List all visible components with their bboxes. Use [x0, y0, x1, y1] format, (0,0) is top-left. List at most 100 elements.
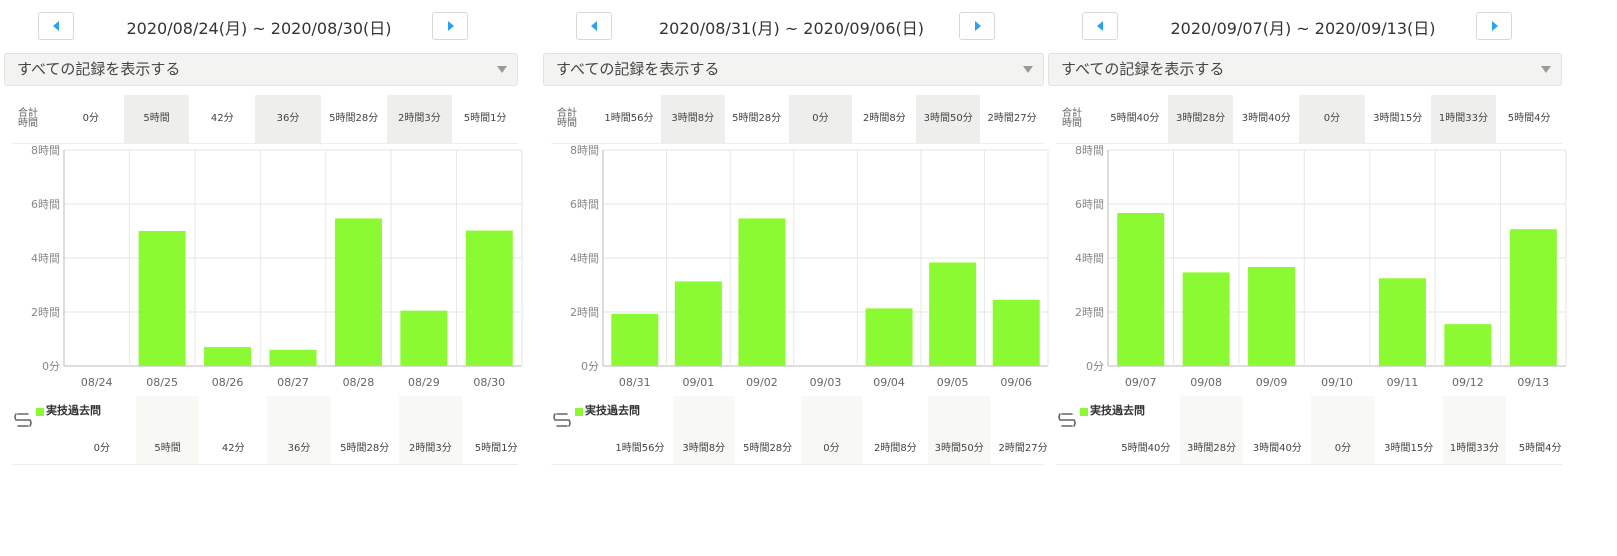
- x-tick-label: 09/03: [810, 376, 842, 389]
- bar: [465, 230, 513, 366]
- chevron-left-icon: [52, 21, 59, 31]
- series-value-cell: 3時間28分: [1179, 396, 1244, 464]
- series-value: 5時間1分: [474, 443, 518, 454]
- series-value: 3時間8分: [682, 443, 726, 454]
- x-tick-label: 08/24: [81, 376, 113, 389]
- x-tick-label: 09/02: [746, 376, 778, 389]
- x-tick-label: 09/05: [937, 376, 969, 389]
- series-value-cell: 5時間28分: [333, 396, 397, 464]
- series-value-cell: 1時間33分: [1442, 396, 1507, 464]
- week-panel-3: 2020/09/07(月) ~ 2020/09/13(日) すべての記録を表示する…: [1048, 0, 1568, 480]
- total-cell: 5時間1分: [463, 113, 507, 124]
- totals-row: 合計時間 1時間56分 3時間8分 5時間28分 0分 2時間8分 3時間50分 2時間27分: [551, 95, 1044, 144]
- series-type-icon-path: [1058, 413, 1076, 427]
- y-tick-label: 0分: [581, 360, 599, 373]
- bar: [992, 299, 1040, 366]
- series-value-cell: 5時間4分: [1508, 396, 1572, 464]
- x-tick-label: 09/09: [1256, 376, 1288, 389]
- series-value: 1時間56分: [615, 443, 665, 454]
- series-value-cell: 2時間27分: [992, 396, 1054, 464]
- week-range-title: 2020/09/07(月) ~ 2020/09/13(日): [1170, 19, 1436, 38]
- bar-chart: 0分 2時間 4時間 6時間 8時間 08/31 09/01 09/02 09/03 09/04 0…: [570, 144, 1049, 389]
- record-filter-value: すべての記録を表示する: [17, 60, 181, 78]
- series-type-icon: [14, 413, 32, 427]
- total-cell: 36分: [255, 95, 321, 143]
- series-table: 1時間56分 3時間8分 5時間28分 0分 2時間8分 3時間50分 2時間27分 実技過去…: [551, 396, 1048, 465]
- series-value: 36分: [287, 443, 311, 454]
- x-tick-label: 08/28: [343, 376, 375, 389]
- x-tick-label: 08/26: [212, 376, 244, 389]
- series-value: 0分: [823, 443, 840, 454]
- y-tick-label: 8時間: [1075, 144, 1104, 157]
- legend-swatch: [36, 408, 44, 416]
- record-filter-value: すべての記録を表示する: [556, 60, 720, 78]
- totals-row: 合計時間 5時間40分 3時間28分 3時間40分 0分 3時間15分 1時間33分 5時間4…: [1056, 95, 1562, 144]
- total-cell: 5時間28分: [732, 113, 782, 124]
- y-tick-label: 2時間: [570, 306, 599, 319]
- chevron-down-icon: [1541, 66, 1551, 73]
- y-tick-label: 6時間: [570, 198, 599, 211]
- bar: [400, 310, 448, 366]
- series-value: 2時間27分: [998, 443, 1048, 454]
- record-filter-value: すべての記録を表示する: [1061, 60, 1225, 78]
- bar: [929, 262, 977, 366]
- x-tick-label: 08/30: [473, 376, 505, 389]
- series-value-cell: 3時間40分: [1245, 396, 1309, 464]
- totals-row: 合計時間 0分 5時間 42分 36分 5時間28分 2時間3分 5時間1分: [12, 95, 518, 144]
- totals-label: 合計時間: [557, 108, 577, 129]
- bar-chart: 0分 2時間 4時間 6時間 8時間 09/07 09/08 09/09 09/10 09/11 0…: [1075, 144, 1567, 389]
- x-tick-label: 09/12: [1452, 376, 1484, 389]
- chevron-down-icon: [497, 66, 507, 73]
- week-range-title: 2020/08/24(月) ~ 2020/08/30(日): [126, 19, 392, 38]
- bar: [1248, 267, 1296, 366]
- y-tick-label: 2時間: [1075, 306, 1104, 319]
- series-value: 3時間40分: [1252, 443, 1302, 454]
- total-cell: 2時間8分: [862, 113, 906, 124]
- legend-series-name: 実技過去問: [46, 404, 101, 417]
- bar-chart: 0分 2時間 4時間 6時間 8時間 08/24 08/25 08/26 08/27 08/28 0…: [31, 144, 523, 389]
- series-value-cell: 5時間: [135, 396, 200, 464]
- series-value: 0分: [1334, 443, 1352, 454]
- chevron-left-icon: [1096, 21, 1103, 31]
- series-value-cell: 2時間8分: [864, 396, 926, 464]
- bar: [1378, 278, 1426, 366]
- y-tick-label: 4時間: [1075, 252, 1104, 265]
- series-table: 0分 5時間 42分 36分 5時間28分 2時間3分 5時間1分 実技過去問: [12, 396, 518, 465]
- x-tick-label: 09/13: [1517, 376, 1549, 389]
- series-type-icon: [553, 413, 571, 427]
- record-filter-select[interactable]: すべての記録を表示する: [1048, 53, 1562, 86]
- totals-label: 合計時間: [18, 108, 38, 129]
- chevron-down-icon: [1023, 66, 1033, 73]
- total-cell: 0分: [1299, 95, 1365, 143]
- y-tick-label: 0分: [42, 360, 60, 373]
- total-cell: 42分: [210, 113, 234, 124]
- totals-label: 合計時間: [1062, 108, 1082, 129]
- y-tick-label: 8時間: [570, 144, 599, 157]
- bar: [1444, 324, 1492, 366]
- y-tick-label: 4時間: [570, 252, 599, 265]
- bar: [138, 231, 186, 366]
- x-tick-label: 09/10: [1321, 376, 1353, 389]
- total-cell: 0分: [788, 95, 853, 143]
- total-cell: 5時間28分: [329, 113, 379, 124]
- y-tick-label: 6時間: [1075, 198, 1104, 211]
- legend-series-name: 実技過去問: [585, 404, 640, 417]
- total-cell: 3時間8分: [660, 95, 725, 143]
- series-value-cell: 3時間8分: [672, 396, 735, 464]
- week-panel-1: 2020/08/24(月) ~ 2020/08/30(日) すべての記録を表示する…: [4, 0, 524, 480]
- series-type-icon: [1058, 413, 1076, 427]
- y-tick-label: 8時間: [31, 144, 60, 157]
- y-tick-label: 4時間: [31, 252, 60, 265]
- series-value: 3時間28分: [1187, 443, 1237, 454]
- record-filter-select[interactable]: すべての記録を表示する: [4, 53, 518, 86]
- record-filter-select[interactable]: すべての記録を表示する: [543, 53, 1044, 86]
- total-cell: 3時間50分: [916, 95, 981, 143]
- series-type-icon-path: [553, 413, 571, 427]
- series-value-cell: 3時間50分: [928, 396, 991, 464]
- legend-swatch: [575, 408, 583, 416]
- x-tick-label: 09/06: [1000, 376, 1032, 389]
- series-value: 5時間: [154, 443, 181, 454]
- week-panel-2: 2020/08/31(月) ~ 2020/09/06(日) すべての記録を表示する…: [543, 0, 1050, 480]
- bar: [269, 349, 317, 366]
- x-tick-label: 09/04: [873, 376, 905, 389]
